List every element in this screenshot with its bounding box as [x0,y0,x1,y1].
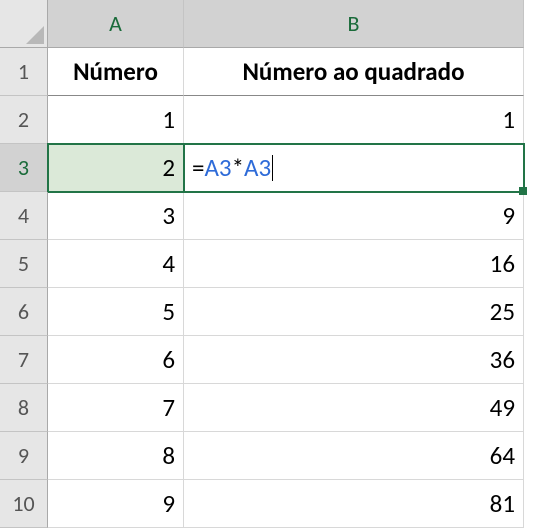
formula-equals: = [192,152,204,183]
cell-B1[interactable]: Número ao quadrado [184,48,524,96]
cell-A10[interactable]: 9 [48,480,184,528]
cell-B9[interactable]: 64 [184,432,524,480]
cell-B2[interactable]: 1 [184,96,524,144]
row-header-10[interactable]: 10 [0,480,48,528]
select-all-corner[interactable] [0,0,48,48]
row-header-1[interactable]: 1 [0,48,48,96]
row-header-9[interactable]: 9 [0,432,48,480]
row-header-7[interactable]: 7 [0,336,48,384]
formula-operator: * [232,152,244,183]
row-header-3[interactable]: 3 [0,144,48,192]
cell-A1[interactable]: Número [48,48,184,96]
cell-A6[interactable]: 5 [48,288,184,336]
cell-A7[interactable]: 6 [48,336,184,384]
row-header-8[interactable]: 8 [0,384,48,432]
cell-A5[interactable]: 4 [48,240,184,288]
formula-ref-1: A3 [204,152,231,183]
cell-A4[interactable]: 3 [48,192,184,240]
formula-ref-2: A3 [244,152,271,183]
spreadsheet-grid[interactable]: A B 1 Número Número ao quadrado 2 1 1 3 … [0,0,536,528]
row-header-2[interactable]: 2 [0,96,48,144]
column-header-B[interactable]: B [184,0,524,48]
cell-B8[interactable]: 49 [184,384,524,432]
text-caret [272,155,273,181]
cell-A9[interactable]: 8 [48,432,184,480]
row-header-4[interactable]: 4 [0,192,48,240]
column-header-A[interactable]: A [48,0,184,48]
cell-B6[interactable]: 25 [184,288,524,336]
select-all-icon [26,26,44,44]
cell-A8[interactable]: 7 [48,384,184,432]
cell-B5[interactable]: 16 [184,240,524,288]
cell-B3[interactable]: =A3*A3 [184,144,524,192]
cell-B4[interactable]: 9 [184,192,524,240]
row-header-5[interactable]: 5 [0,240,48,288]
cell-B7[interactable]: 36 [184,336,524,384]
fill-handle[interactable] [519,187,527,195]
cell-A2[interactable]: 1 [48,96,184,144]
cell-A3[interactable]: 2 [48,144,184,192]
cell-B10[interactable]: 81 [184,480,524,528]
row-header-6[interactable]: 6 [0,288,48,336]
